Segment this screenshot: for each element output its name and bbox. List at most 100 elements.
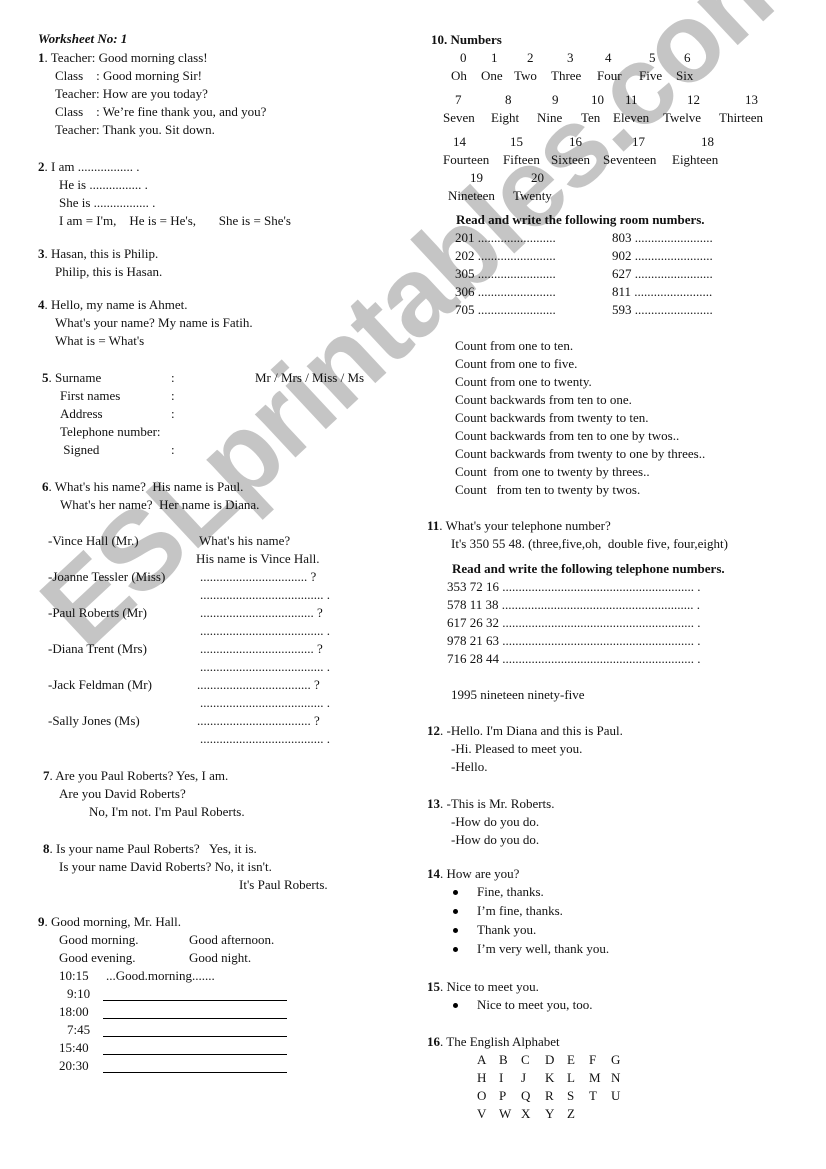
answer-blank: ...................................... . xyxy=(200,587,330,602)
number-digit: 15 xyxy=(510,134,523,149)
section-number: 14 xyxy=(427,866,440,881)
bullet-item: Nice to meet you, too. xyxy=(477,997,593,1012)
number-word: Four xyxy=(597,68,622,83)
section-number: 6 xyxy=(42,479,49,494)
bullet-icon xyxy=(453,1003,458,1008)
time-label: 10:15 xyxy=(59,968,89,983)
section-number: 2 xyxy=(38,159,45,174)
number-digit: 9 xyxy=(552,92,559,107)
question-blank: ................................... ? xyxy=(200,641,323,656)
alphabet-letter: R xyxy=(545,1088,554,1103)
section-number: 7 xyxy=(43,768,50,783)
text-line: Hello, my name is Ahmet. xyxy=(51,297,188,312)
dialogue-line: Class : Good morning Sir! xyxy=(55,68,202,83)
form-colon: : xyxy=(171,388,175,403)
text-line: What's her name? Her name is Diana. xyxy=(60,497,260,512)
bullet-item: I’m very well, thank you. xyxy=(477,941,610,956)
bullet-item: Thank you. xyxy=(477,922,537,937)
example-answer: His name is Vince Hall. xyxy=(196,551,320,566)
phone-number: 578 11 38 ..............................… xyxy=(447,597,701,612)
text-line: Is your name Paul Roberts? Yes, it is. xyxy=(56,841,257,856)
room-number: 201 ........................ xyxy=(455,230,556,245)
dialogue-line: Teacher: Thank you. Sit down. xyxy=(55,122,215,137)
number-digit: 13 xyxy=(745,92,758,107)
fill-line: He is ................ . xyxy=(59,177,148,192)
text-line: Is your name David Roberts? No, it isn't… xyxy=(59,859,272,874)
room-number: 811 ........................ xyxy=(612,284,713,299)
alphabet-letter: V xyxy=(477,1106,487,1121)
answer-line xyxy=(103,1036,287,1037)
phone-number: 353 72 16 ..............................… xyxy=(447,579,701,594)
section-number: 8 xyxy=(43,841,50,856)
time-label: 20:30 xyxy=(59,1058,89,1073)
form-colon: : xyxy=(171,370,175,385)
alphabet-letter: K xyxy=(545,1070,555,1085)
alphabet-letter: L xyxy=(567,1070,575,1085)
number-word: Nine xyxy=(537,110,563,125)
greeting-option: Good evening. xyxy=(59,950,136,965)
number-word: Eleven xyxy=(613,110,650,125)
room-number: 202 ........................ xyxy=(455,248,556,263)
question-blank: ................................... ? xyxy=(200,605,323,620)
count-instruction: Count backwards from twenty to one by th… xyxy=(455,446,706,461)
section-number: 11 xyxy=(427,518,440,533)
number-digit: 20 xyxy=(531,170,544,185)
text-line: Are you David Roberts? xyxy=(59,786,186,801)
number-digit: 14 xyxy=(453,134,466,149)
person-name: -Jack Feldman (Mr) xyxy=(48,677,152,692)
number-word: Seven xyxy=(443,110,475,125)
count-instruction: Count backwards from ten to one. xyxy=(455,392,632,407)
alphabet-letter: S xyxy=(567,1088,575,1103)
answer-blank: ...................................... . xyxy=(200,695,330,710)
form-label: Telephone number: xyxy=(60,424,161,439)
answer-blank: ...................................... . xyxy=(200,623,330,638)
form-label: Signed xyxy=(60,442,100,457)
section-number: 1 xyxy=(38,50,45,65)
alphabet-letter: N xyxy=(611,1070,621,1085)
number-digit: 17 xyxy=(632,134,645,149)
text-line: It's 350 55 48. (three,five,oh, double f… xyxy=(451,536,728,551)
dialogue-line: -Hello. I'm Diana and this is Paul. xyxy=(446,723,623,738)
alphabet-letter: X xyxy=(521,1106,531,1121)
worksheet-title: Worksheet No: 1 xyxy=(38,31,128,46)
number-digit: 6 xyxy=(684,50,691,65)
number-word: Twenty xyxy=(513,188,552,203)
number-word: Nineteen xyxy=(448,188,495,203)
room-heading: Read and write the following room number… xyxy=(456,212,705,227)
person-name: -Joanne Tessler (Miss) xyxy=(48,569,166,584)
number-digit: 1 xyxy=(491,50,498,65)
text-line: Nice to meet you. xyxy=(446,979,539,994)
number-word: Thirteen xyxy=(719,110,764,125)
dialogue-line: Teacher: Good morning class! xyxy=(50,50,208,65)
alphabet-letter: Y xyxy=(545,1106,555,1121)
question-blank: ................................... ? xyxy=(197,713,320,728)
number-digit: 8 xyxy=(505,92,512,107)
number-word: Seventeen xyxy=(603,152,657,167)
section-number: 16 xyxy=(427,1034,440,1049)
dialogue-line: -This is Mr. Roberts. xyxy=(446,796,555,811)
alphabet-letter: B xyxy=(499,1052,508,1067)
count-instruction: Count backwards from ten to one by twos.… xyxy=(455,428,680,443)
count-instruction: Count from ten to twenty by twos. xyxy=(455,482,641,497)
count-instruction: Count from one to five. xyxy=(455,356,578,371)
question-blank: ................................. ? xyxy=(200,569,317,584)
person-name: -Paul Roberts (Mr) xyxy=(48,605,147,620)
text-line: Philip, this is Hasan. xyxy=(55,264,163,279)
number-digit: 7 xyxy=(455,92,462,107)
alphabet-letter: A xyxy=(477,1052,487,1067)
dialogue-line: Teacher: How are you today? xyxy=(55,86,208,101)
text-line: What's your telephone number? xyxy=(445,518,611,533)
text-line: No, I'm not. I'm Paul Roberts. xyxy=(89,804,245,819)
year-example: 1995 nineteen ninety-five xyxy=(451,687,585,702)
answer-line xyxy=(103,1072,287,1073)
number-word: Five xyxy=(639,68,663,83)
bullet-icon xyxy=(453,890,458,895)
count-instruction: Count backwards from twenty to ten. xyxy=(455,410,649,425)
greeting-option: Good night. xyxy=(189,950,252,965)
section-number: 9 xyxy=(38,914,45,929)
section-number: 15 xyxy=(427,979,440,994)
alphabet-letter: O xyxy=(477,1088,487,1103)
text-line: What's your name? My name is Fatih. xyxy=(55,315,253,330)
room-number: 803 ........................ xyxy=(612,230,713,245)
form-label: Surname xyxy=(55,370,102,385)
